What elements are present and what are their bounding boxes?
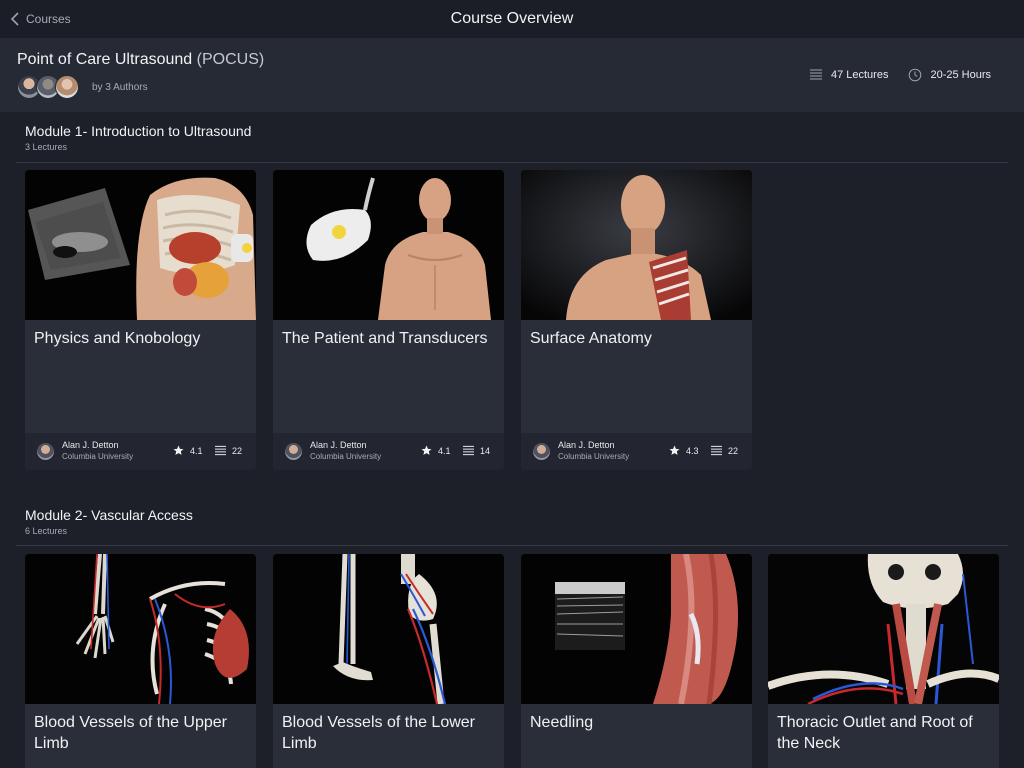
upper-limb-vessels-illustration: [25, 554, 256, 704]
lecture-footer: Alan J. Detton Columbia University 4.1 2…: [25, 433, 256, 470]
lower-limb-vessels-illustration: [273, 554, 504, 704]
lecture-title: Surface Anatomy: [530, 330, 652, 347]
rating-value: 4.1: [190, 445, 203, 456]
lecture-title: The Patient and Transducers: [282, 330, 488, 347]
hours-stat: 20-25 Hours: [908, 68, 991, 82]
module-section: Module 1- Introduction to Ultrasound 3 L…: [0, 112, 1024, 492]
lecture-card[interactable]: The Patient and Transducers Alan J. Dett…: [273, 170, 504, 470]
list-icon: [463, 445, 474, 456]
rating-value: 4.1: [438, 445, 451, 456]
lecture-card[interactable]: Surface Anatomy Alan J. Detton Columbia …: [521, 170, 752, 470]
torso-ultrasound-illustration: [25, 170, 256, 320]
lecture-title: Blood Vessels of the Lower Limb: [282, 714, 476, 752]
lecture-title: Physics and Knobology: [34, 330, 201, 347]
lecture-card[interactable]: Needling: [521, 554, 752, 768]
lectures-count: 47 Lectures: [830, 69, 889, 81]
lectures-stat: 47 Lectures: [809, 68, 888, 82]
module-divider: [16, 545, 1008, 546]
module-lecture-count: 3 Lectures: [25, 142, 68, 152]
module-lecture-count: 6 Lectures: [25, 526, 68, 536]
course-acronym: (POCUS): [196, 51, 265, 68]
course-title: Point of Care Ultrasound (POCUS): [17, 51, 264, 69]
lecture-rating: 4.1: [421, 445, 451, 456]
lecture-parts: 22: [711, 445, 738, 456]
lecture-title: Thoracic Outlet and Root of the Neck: [777, 714, 973, 752]
list-icon: [215, 445, 226, 456]
author-name: Alan J. Detton: [62, 440, 119, 450]
lecture-thumbnail: [273, 170, 504, 320]
star-icon: [669, 445, 680, 455]
male-bust-illustration: [521, 170, 752, 320]
course-stats: 47 Lectures 20-25 Hours: [809, 68, 991, 82]
lecture-title: Needling: [530, 714, 594, 731]
author-institution: Columbia University: [558, 452, 630, 461]
lecture-card[interactable]: Physics and Knobology Alan J. Detton Col…: [25, 170, 256, 470]
author-avatar: [533, 443, 550, 460]
lecture-title: Blood Vessels of the Upper Limb: [34, 714, 228, 752]
module-title: Module 2- Vascular Access: [25, 507, 193, 523]
course-header: Point of Care Ultrasound (POCUS) by 3 Au…: [0, 38, 1024, 112]
star-icon: [421, 445, 432, 455]
module-divider: [16, 162, 1008, 163]
hours-estimate: 20-25 Hours: [930, 69, 991, 81]
clock-icon: [909, 68, 922, 82]
lecture-card[interactable]: Thoracic Outlet and Root of the Neck: [768, 554, 999, 768]
lecture-parts: 14: [463, 445, 490, 456]
course-name: Point of Care Ultrasound: [17, 51, 193, 68]
lecture-thumbnail: [521, 170, 752, 320]
parts-count: 22: [232, 445, 243, 456]
author-avatar: [37, 443, 54, 460]
author-avatar: [285, 443, 302, 460]
author-name: Alan J. Detton: [310, 440, 367, 450]
ultrasound-arm-muscle-illustration: [521, 554, 752, 704]
lecture-parts: 22: [215, 445, 242, 456]
author-avatars[interactable]: [17, 75, 79, 99]
skull-neck-vessels-illustration: [768, 554, 999, 704]
lecture-thumbnail: [273, 554, 504, 704]
top-nav-bar: Courses Course Overview: [0, 0, 1024, 38]
author-institution: Columbia University: [310, 452, 382, 461]
author-institution: Columbia University: [62, 452, 134, 461]
lecture-card[interactable]: Blood Vessels of the Upper Limb: [25, 554, 256, 768]
lecture-thumbnail: [25, 170, 256, 320]
lecture-card[interactable]: Blood Vessels of the Lower Limb: [273, 554, 504, 768]
list-icon: [809, 69, 822, 80]
lecture-rating: 4.1: [173, 445, 203, 456]
lecture-thumbnail: [521, 554, 752, 704]
star-icon: [173, 445, 184, 455]
rating-value: 4.3: [686, 445, 699, 456]
lecture-footer: Alan J. Detton Columbia University 4.3 2…: [521, 433, 752, 470]
authors-label[interactable]: by 3 Authors: [92, 82, 148, 93]
author-name: Alan J. Detton: [558, 440, 615, 450]
transducer-torso-illustration: [273, 170, 504, 320]
lecture-footer: Alan J. Detton Columbia University 4.1 1…: [273, 433, 504, 470]
module-title: Module 1- Introduction to Ultrasound: [25, 123, 252, 139]
page-title: Course Overview: [450, 10, 574, 27]
module-section: Module 2- Vascular Access 6 Lectures Blo…: [0, 496, 1024, 768]
lecture-thumbnail: [25, 554, 256, 704]
lecture-thumbnail: [768, 554, 999, 704]
lecture-rating: 4.3: [669, 445, 699, 456]
parts-count: 14: [480, 445, 491, 456]
parts-count: 22: [728, 445, 739, 456]
author-avatar[interactable]: [55, 75, 79, 99]
list-icon: [711, 445, 722, 456]
